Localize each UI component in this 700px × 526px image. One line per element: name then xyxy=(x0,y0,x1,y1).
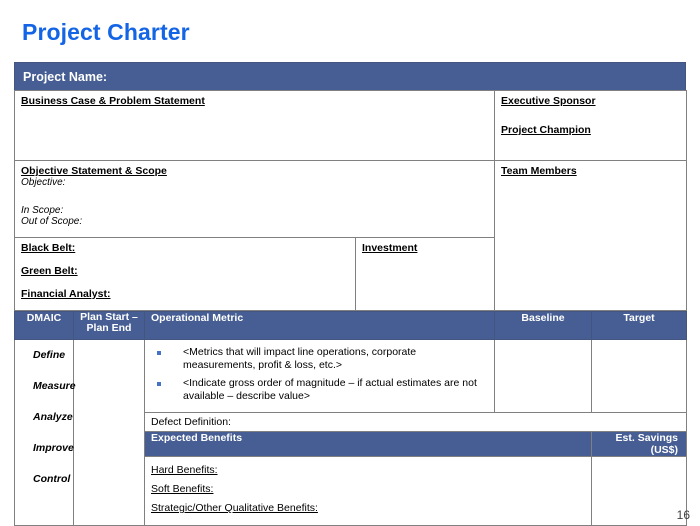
target-value-cell[interactable] xyxy=(591,339,687,413)
column-header-dmaic: DMAIC xyxy=(14,311,74,340)
project-name-band: Project Name: xyxy=(14,62,686,90)
column-header-target: Target xyxy=(591,311,687,340)
table-row: Objective Statement & Scope Objective: I… xyxy=(14,160,687,311)
phase-control[interactable]: Control xyxy=(15,473,73,504)
phase-measure[interactable]: Measure xyxy=(15,380,76,411)
expected-benefits-header: Expected Benefits xyxy=(144,431,592,457)
defect-definition-label: Defect Definition: xyxy=(151,416,231,428)
est-savings-header: Est. Savings (US$) xyxy=(591,431,687,457)
defect-definition-cell[interactable]: Defect Definition: xyxy=(144,412,687,432)
list-item: <Metrics that will impact line operation… xyxy=(151,346,486,372)
green-belt-label: Green Belt: xyxy=(21,265,78,277)
benefits-list-cell[interactable]: Hard Benefits: Soft Benefits: Strategic/… xyxy=(144,456,592,526)
team-members-label: Team Members xyxy=(501,165,577,177)
investment-label: Investment xyxy=(362,242,418,254)
phase-define[interactable]: Define xyxy=(15,349,73,380)
investment-cell[interactable]: Investment xyxy=(355,237,495,311)
black-belt-label: Black Belt: xyxy=(21,242,76,254)
table-row: Define Measure Analyze Improve Control <… xyxy=(14,339,687,526)
plan-dates-cell[interactable] xyxy=(73,339,145,526)
phase-analyze[interactable]: Analyze xyxy=(15,411,73,442)
est-savings-value-cell[interactable] xyxy=(591,456,687,526)
dmaic-metrics-table: DMAIC Plan Start – Plan End Operational … xyxy=(14,311,687,526)
business-case-cell[interactable]: Business Case & Problem Statement xyxy=(14,90,495,161)
executive-sponsor-label: Executive Sponsor xyxy=(501,95,596,107)
metrics-header-row: DMAIC Plan Start – Plan End Operational … xyxy=(14,311,687,340)
charter-info-table: Business Case & Problem Statement Execut… xyxy=(14,90,687,311)
strategic-benefits-label: Strategic/Other Qualitative Benefits: xyxy=(151,502,318,514)
table-row: Business Case & Problem Statement Execut… xyxy=(14,90,687,161)
operational-metric-cell[interactable]: <Metrics that will impact line operation… xyxy=(144,339,495,413)
column-header-baseline: Baseline xyxy=(494,311,592,340)
project-champion-label: Project Champion xyxy=(501,124,591,136)
hard-benefits-label: Hard Benefits: xyxy=(151,464,218,476)
project-charter-form: Project Name: Business Case & Problem St… xyxy=(14,62,687,526)
dmaic-phase-cell: Define Measure Analyze Improve Control xyxy=(14,339,76,526)
belts-cell[interactable]: Black Belt: Green Belt: Financial Analys… xyxy=(14,237,356,311)
business-case-label: Business Case & Problem Statement xyxy=(21,95,205,107)
plan-dates-line2: Plan End xyxy=(86,322,132,334)
column-header-plan-dates: Plan Start – Plan End xyxy=(73,311,145,340)
in-scope-label: In Scope: xyxy=(21,205,64,216)
objective-scope-label: Objective Statement & Scope xyxy=(21,165,167,177)
executive-sponsor-cell[interactable]: Executive Sponsor Project Champion xyxy=(494,90,687,161)
column-header-operational-metric: Operational Metric xyxy=(144,311,495,340)
objective-scope-cell[interactable]: Objective Statement & Scope Objective: I… xyxy=(14,160,495,238)
phase-improve[interactable]: Improve xyxy=(15,442,74,473)
out-of-scope-label: Out of Scope: xyxy=(21,216,83,227)
page-number: 16 xyxy=(676,508,690,522)
objective-label: Objective: xyxy=(21,177,66,188)
metric-bullet-list: <Metrics that will impact line operation… xyxy=(145,340,494,412)
page-title: Project Charter xyxy=(22,19,190,45)
financial-analyst-label: Financial Analyst: xyxy=(21,288,111,300)
team-members-cell[interactable]: Team Members xyxy=(494,160,687,311)
dmaic-phase-list: Define Measure Analyze Improve Control xyxy=(15,340,76,504)
list-item: <Indicate gross order of magnitude – if … xyxy=(151,377,486,403)
baseline-value-cell[interactable] xyxy=(494,339,592,413)
soft-benefits-label: Soft Benefits: xyxy=(151,483,214,495)
